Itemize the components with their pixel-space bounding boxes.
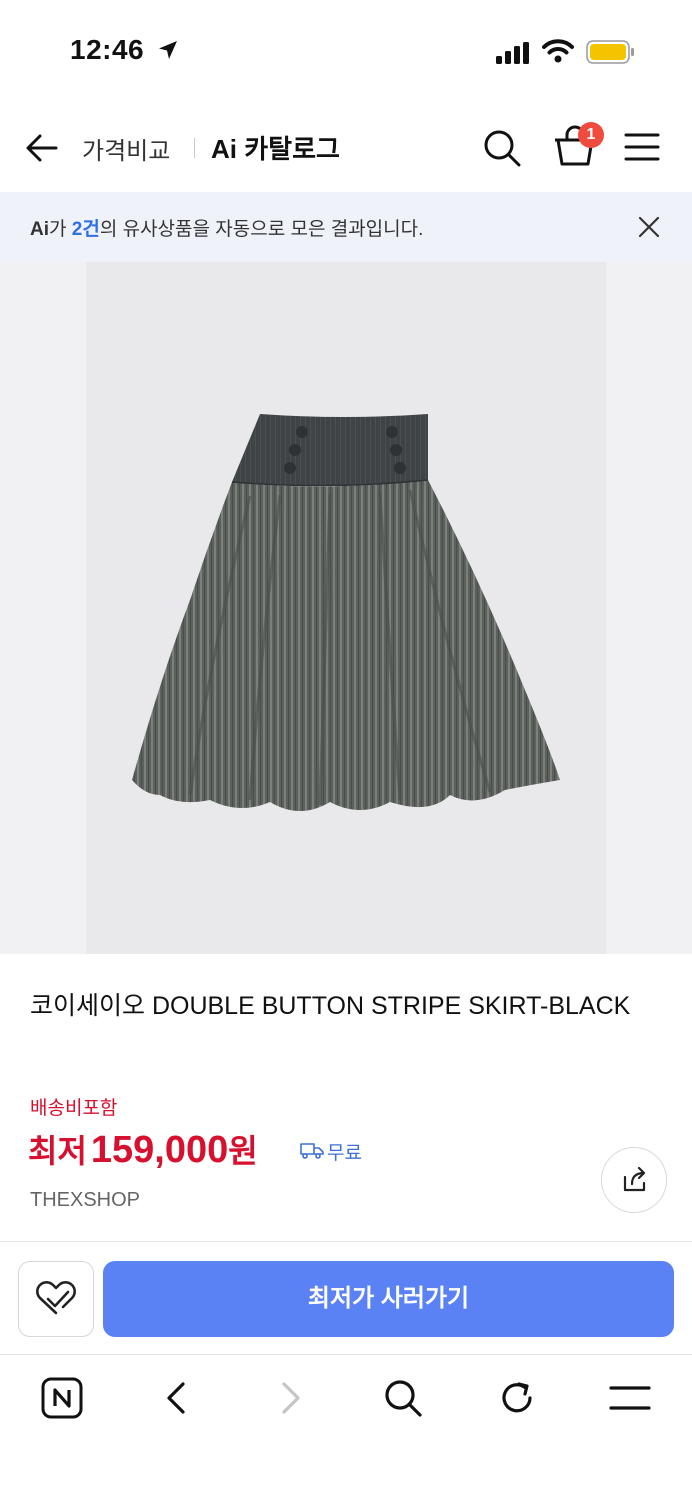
- reload-icon[interactable]: [497, 1378, 537, 1418]
- price-value: 159,000: [90, 1129, 229, 1171]
- hamburger-menu-icon[interactable]: [624, 132, 660, 162]
- search-icon[interactable]: [383, 1378, 423, 1418]
- wish-button[interactable]: [18, 1261, 94, 1337]
- signal-icon: [496, 42, 529, 64]
- cart-count-badge: 1: [578, 122, 604, 148]
- heart-check-icon: [35, 1280, 76, 1314]
- price-unit: 원: [228, 1133, 258, 1169]
- menu-icon[interactable]: [609, 1385, 651, 1411]
- wifi-icon: [542, 39, 574, 63]
- ai-banner-text-before: 가: [49, 219, 72, 240]
- buy-lowest-price-button[interactable]: 최저가 사러가기: [103, 1261, 674, 1337]
- product-title: 코이세이오 DOUBLE BUTTON STRIPE SKIRT-BLACK: [30, 992, 631, 1020]
- ai-banner-text: Ai가 2건의 유사상품을 자동으로 모은 결과입니다.: [30, 214, 423, 241]
- share-icon: [623, 1166, 645, 1191]
- battery-icon: [586, 40, 634, 64]
- browser-toolbar-divider: [0, 1354, 692, 1355]
- close-icon[interactable]: [638, 216, 660, 238]
- naver-home-icon[interactable]: [41, 1377, 83, 1419]
- forward-chevron-icon[interactable]: [278, 1381, 304, 1415]
- search-icon[interactable]: [482, 128, 522, 168]
- share-button[interactable]: [601, 1147, 667, 1213]
- back-chevron-icon[interactable]: [163, 1381, 189, 1415]
- back-arrow-icon[interactable]: [24, 130, 60, 166]
- ai-banner-text-after: 의 유사상품을 자동으로 모은 결과입니다.: [99, 219, 424, 240]
- ai-mark: Ai: [30, 219, 49, 240]
- skirt-image: [132, 414, 560, 811]
- price-prefix: 최저: [28, 1133, 87, 1169]
- shipping-included-label: 배송비포함: [30, 1098, 118, 1119]
- shop-name[interactable]: THEXSHOP: [30, 1189, 140, 1212]
- tab-price-compare[interactable]: 가격비교: [82, 131, 170, 166]
- price-row: 최저 159,000원: [28, 1126, 258, 1172]
- similar-count: 2건: [71, 219, 100, 240]
- tab-ai-catalog[interactable]: Ai 카탈로그: [211, 129, 340, 166]
- header-divider: [194, 138, 195, 158]
- status-time: 12:46: [70, 34, 145, 65]
- delivery-truck-icon: [300, 1143, 324, 1159]
- location-arrow-icon: [159, 41, 177, 59]
- action-bar-divider: [0, 1241, 692, 1242]
- free-shipping-label: 무료: [327, 1143, 362, 1164]
